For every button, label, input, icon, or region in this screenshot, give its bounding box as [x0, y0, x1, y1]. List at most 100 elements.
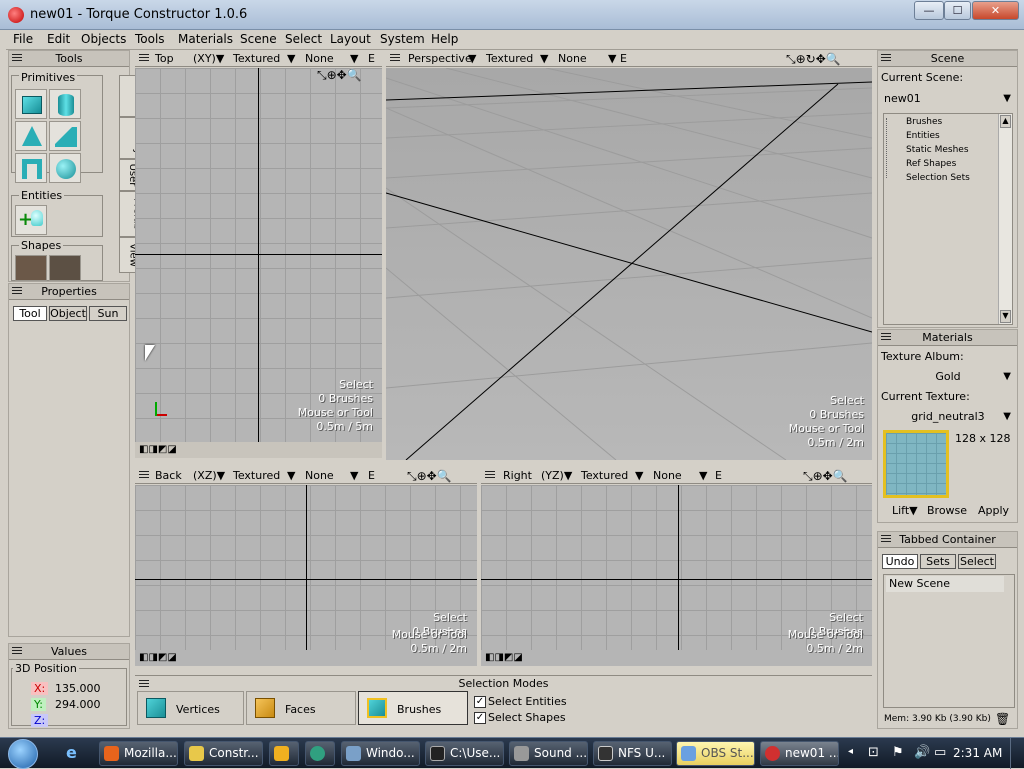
right-view-name[interactable]: Right	[503, 469, 532, 482]
scene-tree-scrollbar[interactable]: ▲ ▼	[998, 114, 1012, 324]
back-e[interactable]: E	[368, 469, 375, 482]
texture-preview[interactable]	[883, 430, 949, 498]
layout-icons[interactable]: ◧◨◩◪	[139, 444, 177, 455]
tab-undo[interactable]: Undo	[882, 554, 918, 569]
grip-icon[interactable]	[485, 471, 495, 480]
top-viewport[interactable]: ⤡⊕✥🔍 Select 0 Brushes Mouse or Tool 0.5m…	[135, 68, 382, 442]
right-render-mode[interactable]: Textured	[581, 469, 628, 482]
apply-button[interactable]: Apply	[978, 504, 1009, 517]
taskbar-item-obs[interactable]: OBS St...	[676, 741, 755, 766]
current-scene-dropdown[interactable]: new01 ▼	[881, 90, 1015, 108]
tree-item-entities[interactable]: Entities	[906, 131, 940, 141]
tray-expand-icon[interactable]: ◂	[848, 746, 853, 757]
layout-icons[interactable]: ◧◨◩◪	[485, 652, 523, 663]
right-overlay-arrow[interactable]: ▼	[699, 469, 707, 482]
tab-tool[interactable]: Tool	[13, 306, 47, 321]
browse-button[interactable]: Browse	[927, 504, 967, 517]
grip-icon[interactable]	[881, 333, 891, 342]
select-shapes-checkbox[interactable]: ✓	[474, 712, 486, 724]
arch-primitive-button[interactable]	[15, 153, 47, 183]
close-button[interactable]: ✕	[972, 1, 1019, 20]
flag-icon[interactable]: ⚑	[892, 745, 904, 760]
viewport-nav-icons[interactable]: ⤡⊕✥🔍	[317, 68, 362, 83]
vertices-mode-button[interactable]: Vertices	[137, 691, 244, 725]
back-viewport[interactable]: Select 0 Brushes	[135, 485, 477, 650]
grip-icon[interactable]	[12, 647, 22, 656]
clock[interactable]: 2:31 AM	[953, 746, 1002, 760]
start-button[interactable]	[8, 739, 38, 769]
tab-view[interactable]: View	[119, 237, 138, 273]
taskbar-item-torque[interactable]: new01 ...	[760, 741, 839, 766]
tree-item-ref-shapes[interactable]: Ref Shapes	[906, 159, 956, 169]
shape-item-player[interactable]	[49, 255, 81, 281]
back-render-mode[interactable]: Textured	[233, 469, 280, 482]
brushes-mode-button[interactable]: Brushes	[358, 691, 468, 725]
trash-icon[interactable]: 🗑	[995, 712, 1010, 726]
grip-icon[interactable]	[12, 287, 22, 296]
grip-icon[interactable]	[881, 54, 891, 63]
back-view-name[interactable]: Back	[155, 469, 182, 482]
layout-icons[interactable]: ◧◨◩◪	[139, 652, 177, 663]
grip-icon[interactable]	[390, 54, 400, 63]
menu-objects[interactable]: Objects	[81, 32, 126, 46]
menu-help[interactable]: Help	[431, 32, 458, 46]
volume-icon[interactable]: 🔊	[914, 745, 930, 760]
undo-list[interactable]: New Scene	[883, 574, 1015, 708]
shape-item-horse[interactable]	[15, 255, 47, 281]
perspective-view-name-arrow[interactable]: ▼	[468, 52, 476, 65]
top-view-overlay-mode[interactable]: None	[305, 52, 334, 65]
tree-item-static-meshes[interactable]: Static Meshes	[906, 145, 969, 155]
top-view-name[interactable]: Top	[155, 52, 174, 65]
top-view-axes[interactable]: (XY)▼	[193, 52, 224, 65]
current-texture-dropdown[interactable]: grid_neutral3 ▼	[881, 408, 1015, 426]
tab-sun[interactable]: Sun	[89, 306, 127, 321]
right-overlay-mode[interactable]: None	[653, 469, 682, 482]
grip-icon[interactable]	[139, 54, 149, 63]
perspective-render-arrow[interactable]: ▼	[540, 52, 548, 65]
maximize-button[interactable]: ☐	[944, 1, 971, 20]
perspective-overlay-arrow[interactable]: ▼	[608, 52, 616, 65]
top-view-render-arrow[interactable]: ▼	[287, 52, 295, 65]
back-overlay-arrow[interactable]: ▼	[350, 469, 358, 482]
faces-mode-button[interactable]: Faces	[246, 691, 356, 725]
menu-file[interactable]: File	[13, 32, 33, 46]
taskbar-item-media[interactable]	[269, 741, 299, 766]
taskbar-item-cmd[interactable]: C:\Use...	[425, 741, 504, 766]
taskbar-item-constr[interactable]: Constr...	[184, 741, 263, 766]
network-icon[interactable]: ⊡	[868, 745, 879, 760]
tab-object[interactable]: Object	[49, 306, 87, 321]
lift-button[interactable]: Lift▼	[892, 504, 918, 517]
perspective-view-name[interactable]: Perspective	[408, 52, 472, 65]
show-desktop-button[interactable]	[1010, 738, 1024, 769]
menu-layout[interactable]: Layout	[330, 32, 371, 46]
viewport-nav-icons[interactable]: ⤡⊕✥🔍	[407, 469, 452, 484]
menu-edit[interactable]: Edit	[47, 32, 70, 46]
perspective-overlay-mode[interactable]: None	[558, 52, 587, 65]
tab-sets[interactable]: Sets	[920, 554, 956, 569]
menu-select[interactable]: Select	[285, 32, 322, 46]
tree-item-selection-sets[interactable]: Selection Sets	[906, 173, 970, 183]
tab-user[interactable]: User	[119, 159, 138, 191]
monitor-icon[interactable]: ▭	[934, 745, 946, 760]
scene-tree[interactable]: Brushes Entities Static Meshes Ref Shape…	[883, 113, 1013, 325]
tab-create[interactable]: Create	[119, 75, 143, 117]
menu-tools[interactable]: Tools	[135, 32, 165, 46]
taskbar-item-windows[interactable]: Windo...	[341, 741, 420, 766]
minimize-button[interactable]: —	[914, 1, 944, 20]
cube-primitive-button[interactable]	[15, 89, 47, 119]
right-viewport[interactable]: Select 0 Brushes	[481, 485, 872, 650]
menu-scene[interactable]: Scene	[240, 32, 277, 46]
back-render-arrow[interactable]: ▼	[287, 469, 295, 482]
tab-select[interactable]: Select	[958, 554, 996, 569]
cylinder-primitive-button[interactable]	[49, 89, 81, 119]
taskbar-item-nfs[interactable]: NFS U...	[593, 741, 672, 766]
perspective-e[interactable]: E	[620, 52, 627, 65]
sphere-primitive-button[interactable]	[49, 153, 81, 183]
perspective-viewport[interactable]: Select 0 Brushes Mouse or Tool 0.5m / 2m	[386, 68, 872, 460]
right-view-axes[interactable]: (YZ)▼	[541, 469, 572, 482]
scroll-down-icon[interactable]: ▼	[1000, 310, 1011, 323]
grip-icon[interactable]	[139, 471, 149, 480]
top-view-render-mode[interactable]: Textured	[233, 52, 280, 65]
top-view-e[interactable]: E	[368, 52, 375, 65]
viewport-nav-icons[interactable]: ⤡⊕✥🔍	[803, 469, 848, 484]
